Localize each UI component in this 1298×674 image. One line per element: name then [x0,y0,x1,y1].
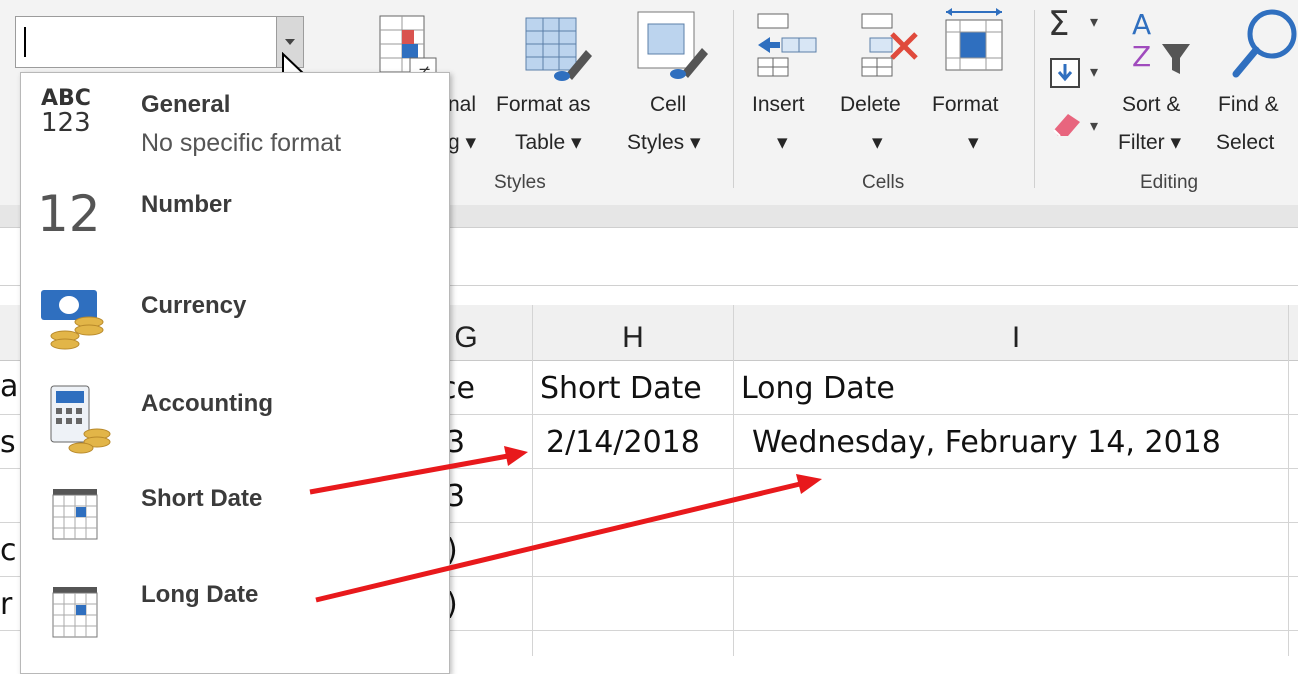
annotation-arrows [309,446,822,603]
arrow-short-date-to-h [309,446,528,495]
arrow-long-date-to-i [315,474,822,603]
